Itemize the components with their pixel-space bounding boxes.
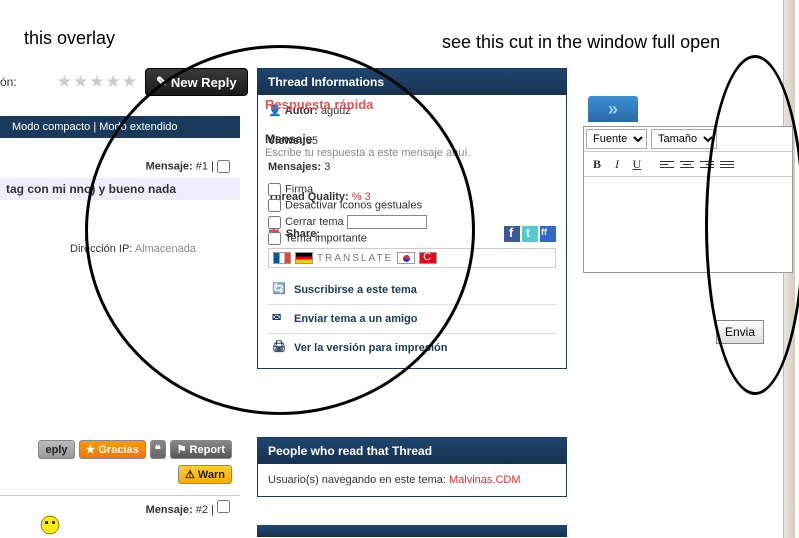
twitter-icon[interactable] <box>522 226 538 242</box>
star-icon: ★ <box>57 72 72 92</box>
navegando-label: Usuario(s) navegando en este tema: <box>268 474 446 486</box>
people-read-panel: People who read that Thread Usuario(s) n… <box>257 437 567 497</box>
warn-button[interactable]: ⚠Warn <box>178 465 232 484</box>
flag-germany-icon[interactable] <box>295 252 313 264</box>
message-2-checkbox[interactable] <box>217 500 230 513</box>
editor-toolbar-1: Fuente Tamaño <box>584 127 792 152</box>
close-thread-option[interactable]: Cerrar tema <box>268 215 427 229</box>
browsing-user[interactable]: Malvinas.CDM <box>449 474 521 486</box>
warn-icon: ⚠ <box>185 468 195 481</box>
disable-smilies-option[interactable]: Desactivar iconos gestuales <box>268 199 427 212</box>
message-label: Mensaje: <box>146 160 193 172</box>
close-thread-checkbox[interactable] <box>268 216 281 229</box>
align-left-button[interactable] <box>658 155 676 173</box>
editor-textarea[interactable] <box>584 177 792 272</box>
annotation-cut: see this cut in the window full open <box>442 32 720 53</box>
people-read-title: People who read that Thread <box>258 438 566 464</box>
underline-button[interactable]: U <box>628 155 646 173</box>
messages-value: 3 <box>324 161 330 173</box>
thread-tools: 🔄Suscribirse a este tema ✉Enviar tema a … <box>268 276 556 362</box>
rich-text-editor: Fuente Tamaño B I U <box>583 126 793 273</box>
report-button[interactable]: ⚑Report <box>170 440 232 459</box>
message-number[interactable]: #1 <box>196 160 208 172</box>
star-icon: ★ <box>122 72 137 92</box>
close-thread-input[interactable] <box>347 215 427 229</box>
ip-value[interactable]: Almacenada <box>135 243 196 255</box>
translate-row[interactable]: TRANSLATE <box>268 248 556 268</box>
font-select[interactable]: Fuente <box>586 129 647 149</box>
quote-icon: ❝ <box>155 443 161 456</box>
message-number[interactable]: #2 <box>196 504 208 516</box>
chevrons-icon[interactable]: » <box>588 96 638 122</box>
message-1-checkbox[interactable] <box>217 160 230 173</box>
mode-compact-link[interactable]: Modo compacto <box>12 121 90 133</box>
align-center-button[interactable] <box>678 155 696 173</box>
flag-korea-icon[interactable] <box>397 252 415 264</box>
flag-icon: ⚑ <box>177 443 187 456</box>
important-thread-checkbox[interactable] <box>268 232 281 245</box>
send-button[interactable]: Envia <box>716 320 764 344</box>
refresh-icon: 🔄 <box>272 282 288 298</box>
important-thread-option[interactable]: Tema importante <box>268 232 427 245</box>
send-friend-link[interactable]: ✉Enviar tema a un amigo <box>268 304 556 333</box>
translate-label: TRANSLATE <box>317 253 393 264</box>
rating-label: ón: <box>0 75 17 89</box>
print-version-link[interactable]: 🖨Ver la versión para impresión <box>268 333 556 362</box>
post-actions: eply ★Gracias ❝ ⚑Report ⚠Warn <box>0 440 240 484</box>
star-icon: ★ <box>105 72 120 92</box>
smiley-icon <box>30 515 70 535</box>
quote-button[interactable]: ❝ <box>150 440 166 459</box>
quick-message-label: Mensaje <box>265 132 312 146</box>
star-icon: ★ <box>73 72 88 92</box>
message-1-header: Mensaje: #1 | <box>0 156 240 177</box>
align-right-button[interactable] <box>698 155 716 173</box>
thanks-button[interactable]: ★Gracias <box>79 440 146 459</box>
align-justify-button[interactable] <box>718 155 736 173</box>
quick-message-placeholder: Escribe tu respuesta a este mensaje aquí… <box>265 147 470 159</box>
friendfeed-icon[interactable] <box>540 226 556 242</box>
star-icon: ★ <box>86 443 96 456</box>
flag-france-icon[interactable] <box>273 252 291 264</box>
size-select[interactable]: Tamaño <box>651 129 717 149</box>
facebook-icon[interactable] <box>504 226 520 242</box>
next-panel-header <box>257 525 567 537</box>
ip-label: Dirección IP: <box>70 243 132 255</box>
editor-toolbar-2: B I U <box>584 152 792 177</box>
subscribe-link[interactable]: 🔄Suscribirse a este tema <box>268 276 556 304</box>
printer-icon: 🖨 <box>272 340 288 356</box>
mode-extended-link[interactable]: Modo extendido <box>99 121 177 133</box>
reply-button[interactable]: eply <box>38 440 74 459</box>
rating-stars[interactable]: ★ ★ ★ ★ ★ <box>57 72 137 92</box>
star-icon: ★ <box>89 72 104 92</box>
ip-line: Dirección IP: Almacenada <box>70 243 196 255</box>
new-reply-button[interactable]: ✎ New Reply <box>145 68 248 96</box>
quick-reply-title: Respuesta rápida <box>265 97 373 112</box>
quick-reply-options: Firma Desactivar iconos gestuales Cerrar… <box>268 180 427 248</box>
new-reply-label: New Reply <box>171 75 237 90</box>
bold-button[interactable]: B <box>588 155 606 173</box>
disable-smilies-checkbox[interactable] <box>268 199 281 212</box>
firma-checkbox[interactable] <box>268 183 281 196</box>
view-mode-bar: Modo compacto | Modo extendido <box>0 116 240 138</box>
message-label: Mensaje: <box>146 504 193 516</box>
mail-icon: ✉ <box>272 311 288 327</box>
message-1-title: tag con mi nno) y bueno nada <box>0 178 240 200</box>
thread-info-title: Thread Informations <box>258 69 566 95</box>
firma-option[interactable]: Firma <box>268 183 427 196</box>
top-row: ón: ★ ★ ★ ★ ★ ✎ New Reply <box>0 68 248 96</box>
annotation-overlay: this overlay <box>24 28 115 49</box>
italic-button[interactable]: I <box>608 155 626 173</box>
flag-turkey-icon[interactable] <box>419 252 437 264</box>
messages-row: Mensajes: 3 <box>268 161 556 173</box>
reply-icon: ✎ <box>156 74 167 90</box>
